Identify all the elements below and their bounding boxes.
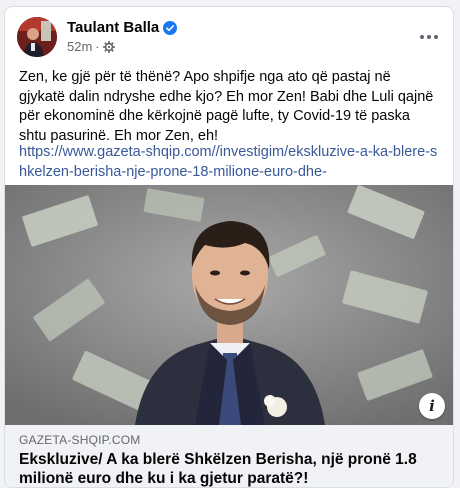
gear-icon[interactable] [102, 40, 115, 53]
more-options-icon[interactable] [417, 27, 441, 47]
article-image[interactable]: i [5, 185, 453, 425]
post-time[interactable]: 52m [67, 39, 92, 54]
avatar[interactable] [17, 17, 57, 57]
verified-badge-icon [163, 20, 178, 35]
post-header: Taulant Balla 52m · [17, 17, 441, 57]
link-preview[interactable]: GAZETA-SHQIP.COM Ekskluzive/ A ka blerë … [5, 425, 453, 487]
preview-domain: GAZETA-SHQIP.COM [19, 433, 141, 447]
meta-separator: · [95, 39, 100, 54]
post-link[interactable]: https://www.gazeta-shqip.com//investigim… [19, 143, 443, 182]
post-card: Taulant Balla 52m · Zen, ke gjë për të t… [4, 6, 454, 488]
author-name[interactable]: Taulant Balla [67, 19, 159, 36]
post-meta: 52m · [67, 39, 115, 54]
preview-headline[interactable]: Ekskluzive/ A ka blerë Shkëlzen Berisha,… [19, 450, 439, 487]
author-row: Taulant Balla [67, 19, 178, 36]
info-icon[interactable]: i [419, 393, 445, 419]
post-body: Zen, ke gjë për të thënë? Apo shpifje ng… [19, 69, 434, 144]
